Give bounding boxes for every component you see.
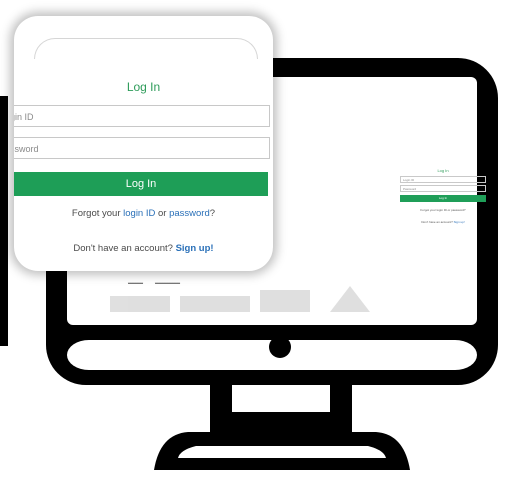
password-field[interactable]: ssword (14, 137, 270, 159)
signup-text: Don't have an account? Sign up! (14, 243, 273, 254)
mini-signup-text: Don't have an account? Sign up! (400, 220, 486, 224)
forgot-prefix: Forgot your (71, 208, 121, 219)
forgot-credentials-text: Forgot your login ID or password? (14, 208, 273, 219)
password-placeholder: ssword (14, 144, 39, 154)
mini-signup-link[interactable]: Sign up! (454, 220, 465, 224)
mini-login-id-field[interactable]: Login ID (400, 176, 486, 183)
login-id-field[interactable]: gin ID (14, 105, 270, 127)
monitor-neck (210, 384, 352, 432)
card-frame-top (34, 38, 258, 59)
mini-login-button[interactable]: Log In (400, 195, 486, 202)
signup-prefix: Don't have an account? (73, 243, 173, 254)
mini-password-field[interactable]: Password (400, 185, 486, 192)
forgot-login-id-link[interactable]: login ID (123, 208, 155, 219)
mini-forgot-text[interactable]: Forgot your login ID or password? (400, 208, 486, 212)
login-button[interactable]: Log In (14, 172, 268, 196)
forgot-password-link[interactable]: password (169, 208, 210, 219)
login-card-zoom: Log In gin ID ssword Log In Forgot your … (14, 16, 273, 271)
forgot-or: or (158, 208, 167, 219)
signup-link[interactable]: Sign up! (176, 243, 214, 254)
left-edge-bar (0, 96, 8, 346)
mini-signup-prefix: Don't have an account? (421, 220, 453, 224)
screen-footer-link-2[interactable]: __________ (155, 278, 180, 283)
power-button-icon (269, 336, 291, 358)
login-title: Log In (126, 80, 161, 94)
forgot-suffix: ? (209, 208, 216, 219)
screen-footer-link-1[interactable]: ______ (128, 278, 143, 283)
mini-login-form: Log In Login ID Password Log In Forgot y… (400, 168, 486, 224)
monitor-base-inner (178, 446, 386, 458)
login-id-placeholder: gin ID (14, 112, 34, 122)
mini-login-title: Log In (437, 168, 449, 173)
screen-footer-links: ______ __________ (128, 278, 192, 283)
